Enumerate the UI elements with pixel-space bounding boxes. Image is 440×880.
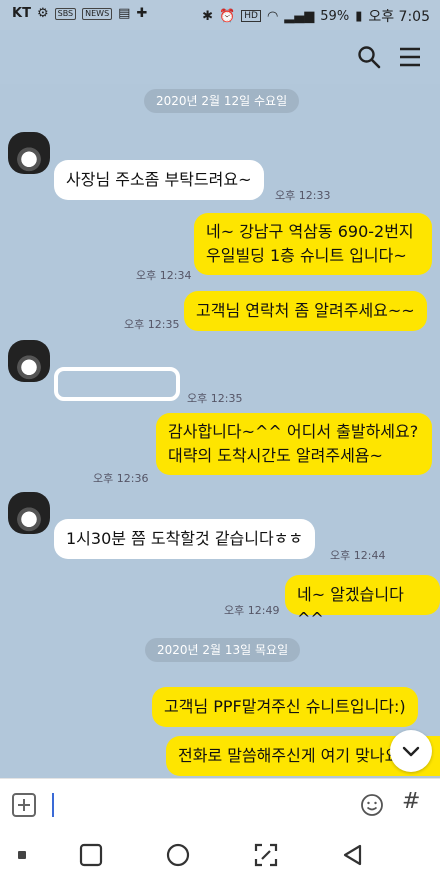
bluetooth-icon: ✱ xyxy=(202,8,214,24)
wifi-icon: ◠ xyxy=(266,8,279,24)
message-input-bar: # xyxy=(0,778,440,831)
date-divider: 2020년 2월 12일 수요일 xyxy=(144,89,300,113)
clock: 오후 7:05 xyxy=(368,9,430,25)
news-icon: NEWS xyxy=(82,7,113,20)
android-nav-bar xyxy=(0,830,440,880)
chevron-down-icon xyxy=(402,746,420,757)
avatar[interactable] xyxy=(8,132,50,174)
alarm-icon: ⏰ xyxy=(219,8,236,24)
message-bubble[interactable]: 1시30분 쯤 도착할것 같습니다ㅎㅎ xyxy=(54,519,316,559)
avatar[interactable] xyxy=(8,492,50,534)
carrier-label: KT xyxy=(12,6,31,21)
recent-apps-icon[interactable] xyxy=(78,842,104,868)
battery-level: 59% xyxy=(320,8,350,24)
signal-icon: ▂▄▆ xyxy=(284,8,315,24)
calendar-icon: ▤ xyxy=(118,6,131,21)
scroll-to-bottom-button[interactable] xyxy=(390,730,432,772)
message-bubble[interactable]: 고객님 PPF맡겨주신 슈니트입니다:) xyxy=(152,687,418,727)
message-time: 오후 12:35 xyxy=(124,318,180,331)
avatar[interactable] xyxy=(8,340,50,382)
date-divider: 2020년 2월 13일 목요일 xyxy=(145,638,301,662)
battery-saver-icon: ✚ xyxy=(136,6,148,21)
search-icon[interactable] xyxy=(356,44,382,70)
plus-icon[interactable] xyxy=(12,793,36,817)
message-bubble[interactable]: 네~ 강남구 역삼동 690-2번지 우일빌딩 1층 슈니트 입니다~ xyxy=(194,213,432,275)
settings-gear-icon: ⚙ xyxy=(36,6,49,21)
chat-area[interactable]: 2020년 2월 12일 수요일 사장님 주소좀 부탁드려요~ 오후 12:33… xyxy=(0,84,440,778)
message-time: 오후 12:49 xyxy=(224,604,280,617)
dot-icon[interactable] xyxy=(18,851,26,859)
message-bubble[interactable]: 사장님 주소좀 부탁드려요~ xyxy=(54,160,264,200)
chat-header xyxy=(0,30,440,84)
message-time: 오후 12:35 xyxy=(187,392,243,405)
message-time: 오후 12:33 xyxy=(275,189,331,202)
home-icon[interactable] xyxy=(165,842,191,868)
battery-icon: ▮ xyxy=(355,8,363,24)
message-bubble[interactable]: 네~ 알겠습니다^^ xyxy=(285,575,440,628)
message-bubble[interactable]: 고객님 연락처 좀 알려주세요~~ xyxy=(184,291,427,331)
emoji-icon[interactable] xyxy=(360,793,384,817)
message-input[interactable] xyxy=(52,793,54,817)
message-bubble[interactable]: 감사합니다~^^ 어디서 출발하세요? 대략의 도착시간도 알려주세욤~ xyxy=(156,413,432,475)
hashtag-search-button[interactable]: # xyxy=(402,789,420,814)
message-time: 오후 12:36 xyxy=(93,472,149,485)
menu-icon[interactable] xyxy=(397,44,423,70)
status-bar: KT ⚙ SBS NEWS ▤ ✚ ✱ ⏰ HD ◠ ▂▄▆ 59% ▮ 오후 … xyxy=(0,0,440,30)
message-time: 오후 12:44 xyxy=(330,549,386,562)
hd-icon: HD xyxy=(241,10,261,22)
redacted-message-bubble[interactable] xyxy=(54,367,180,401)
back-icon[interactable] xyxy=(340,842,366,868)
screenshot-icon[interactable] xyxy=(253,842,279,868)
sbs-icon: SBS xyxy=(54,7,77,20)
message-time: 오후 12:34 xyxy=(136,269,192,282)
